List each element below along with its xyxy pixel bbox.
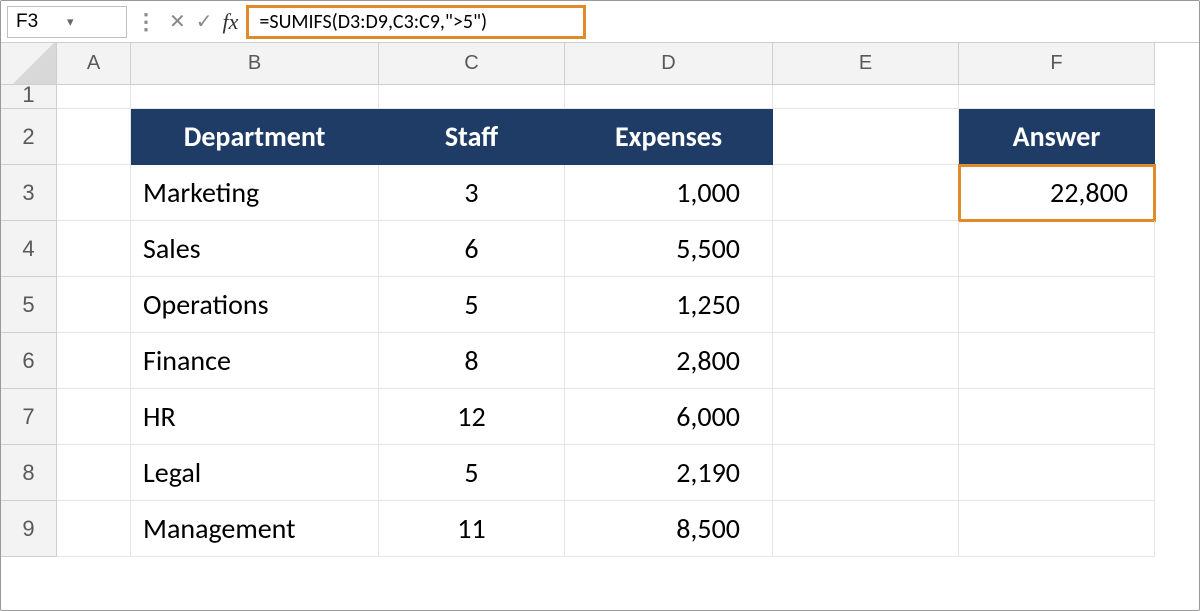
- col-head-e[interactable]: E: [773, 43, 959, 85]
- cell-a3[interactable]: [57, 165, 131, 221]
- divider-icon: ⋮: [133, 8, 159, 35]
- cell-c1[interactable]: [379, 85, 565, 109]
- formula-bar-buttons: ✕ ✓ fx: [165, 6, 240, 38]
- row-head-6[interactable]: 6: [1, 333, 57, 389]
- col-head-d[interactable]: D: [565, 43, 773, 85]
- formula-bar: F3 ▾ ⋮ ✕ ✓ fx =SUMIFS(D3:D9,C3:C9,">5"): [1, 1, 1199, 43]
- row-head-3[interactable]: 3: [1, 165, 57, 221]
- cell-e9[interactable]: [773, 501, 959, 557]
- cancel-icon[interactable]: ✕: [169, 12, 186, 32]
- header-department[interactable]: Department: [131, 109, 379, 165]
- cell-b9[interactable]: Management: [131, 501, 379, 557]
- row-head-7[interactable]: 7: [1, 389, 57, 445]
- cell-d7[interactable]: 6,000: [565, 389, 773, 445]
- cell-b1[interactable]: [131, 85, 379, 109]
- row-head-2[interactable]: 2: [1, 109, 57, 165]
- cell-c6[interactable]: 8: [379, 333, 565, 389]
- col-head-a[interactable]: A: [57, 43, 131, 85]
- row-head-9[interactable]: 9: [1, 501, 57, 557]
- chevron-down-icon[interactable]: ▾: [67, 14, 118, 30]
- fx-icon[interactable]: fx: [223, 11, 239, 33]
- name-box[interactable]: F3 ▾: [7, 6, 127, 38]
- cell-a6[interactable]: [57, 333, 131, 389]
- cell-d4[interactable]: 5,500: [565, 221, 773, 277]
- row-head-4[interactable]: 4: [1, 221, 57, 277]
- cell-f9[interactable]: [959, 501, 1155, 557]
- cell-f5[interactable]: [959, 277, 1155, 333]
- cell-e4[interactable]: [773, 221, 959, 277]
- header-expenses[interactable]: Expenses: [565, 109, 773, 165]
- cell-b4[interactable]: Sales: [131, 221, 379, 277]
- cell-a2[interactable]: [57, 109, 131, 165]
- cell-c4[interactable]: 6: [379, 221, 565, 277]
- cell-b6[interactable]: Finance: [131, 333, 379, 389]
- col-head-b[interactable]: B: [131, 43, 379, 85]
- col-head-f[interactable]: F: [959, 43, 1155, 85]
- cell-c8[interactable]: 5: [379, 445, 565, 501]
- cell-a4[interactable]: [57, 221, 131, 277]
- row-head-5[interactable]: 5: [1, 277, 57, 333]
- cell-d9[interactable]: 8,500: [565, 501, 773, 557]
- cell-e5[interactable]: [773, 277, 959, 333]
- cell-f3-answer[interactable]: 22,800: [959, 165, 1155, 221]
- cell-c5[interactable]: 5: [379, 277, 565, 333]
- header-answer[interactable]: Answer: [959, 109, 1155, 165]
- cell-d3[interactable]: 1,000: [565, 165, 773, 221]
- header-staff[interactable]: Staff: [379, 109, 565, 165]
- enter-icon[interactable]: ✓: [196, 12, 213, 32]
- spreadsheet-grid[interactable]: A B C D E F 1 2 Department Staff Expense…: [1, 43, 1199, 557]
- cell-a5[interactable]: [57, 277, 131, 333]
- cell-d6[interactable]: 2,800: [565, 333, 773, 389]
- cell-e3[interactable]: [773, 165, 959, 221]
- row-head-1[interactable]: 1: [1, 85, 57, 109]
- cell-a7[interactable]: [57, 389, 131, 445]
- formula-input[interactable]: =SUMIFS(D3:D9,C3:C9,">5"): [246, 5, 586, 39]
- cell-b8[interactable]: Legal: [131, 445, 379, 501]
- cell-f6[interactable]: [959, 333, 1155, 389]
- cell-e8[interactable]: [773, 445, 959, 501]
- col-head-c[interactable]: C: [379, 43, 565, 85]
- formula-text: =SUMIFS(D3:D9,C3:C9,">5"): [259, 10, 487, 34]
- cell-f1[interactable]: [959, 85, 1155, 109]
- cell-a1[interactable]: [57, 85, 131, 109]
- cell-b3[interactable]: Marketing: [131, 165, 379, 221]
- cell-e7[interactable]: [773, 389, 959, 445]
- cell-c9[interactable]: 11: [379, 501, 565, 557]
- cell-f7[interactable]: [959, 389, 1155, 445]
- cell-f8[interactable]: [959, 445, 1155, 501]
- cell-c7[interactable]: 12: [379, 389, 565, 445]
- cell-a9[interactable]: [57, 501, 131, 557]
- cell-e1[interactable]: [773, 85, 959, 109]
- cell-b7[interactable]: HR: [131, 389, 379, 445]
- cell-e6[interactable]: [773, 333, 959, 389]
- cell-c3[interactable]: 3: [379, 165, 565, 221]
- cell-e2[interactable]: [773, 109, 959, 165]
- cell-b5[interactable]: Operations: [131, 277, 379, 333]
- name-box-value: F3: [16, 11, 67, 33]
- cell-f4[interactable]: [959, 221, 1155, 277]
- row-head-8[interactable]: 8: [1, 445, 57, 501]
- cell-d5[interactable]: 1,250: [565, 277, 773, 333]
- select-all-corner[interactable]: [1, 43, 57, 85]
- cell-d8[interactable]: 2,190: [565, 445, 773, 501]
- cell-a8[interactable]: [57, 445, 131, 501]
- cell-d1[interactable]: [565, 85, 773, 109]
